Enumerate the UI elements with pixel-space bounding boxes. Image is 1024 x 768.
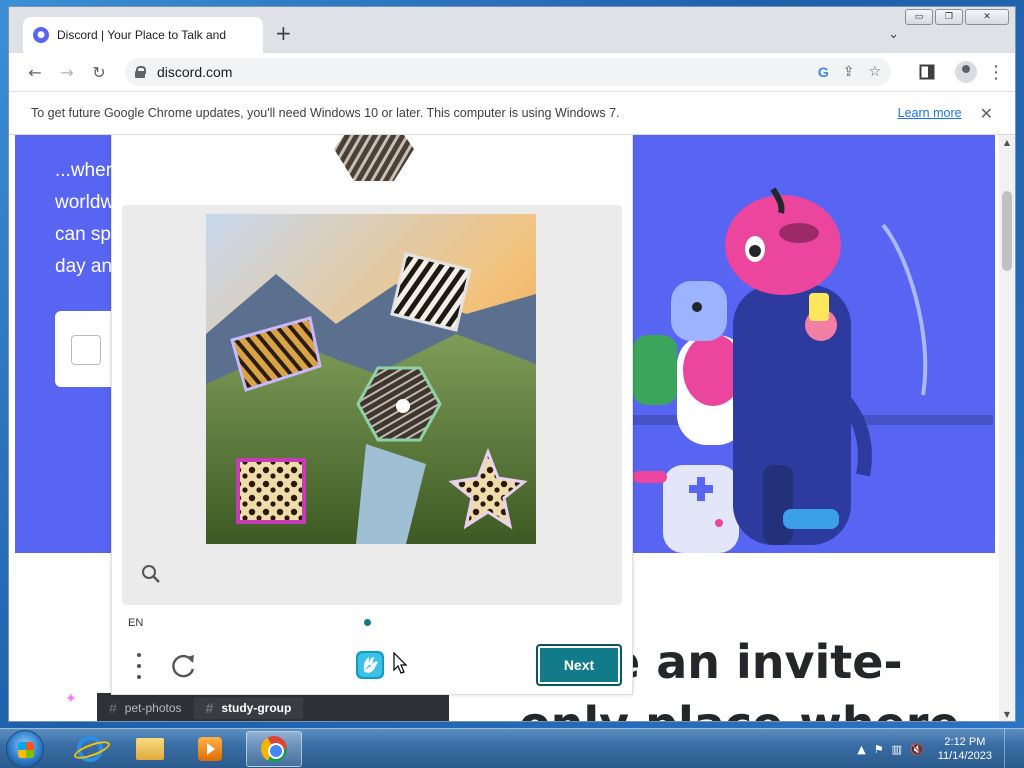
discord-favicon-icon: ● <box>33 27 49 43</box>
media-player-icon <box>198 737 222 761</box>
refresh-icon[interactable] <box>170 651 198 679</box>
channel-name: pet-photos <box>124 701 182 715</box>
internet-explorer-icon <box>77 736 103 762</box>
hero-card-checkbox[interactable] <box>71 335 101 365</box>
channel-study-group: # study-group <box>193 697 304 719</box>
hcaptcha-logo-icon[interactable] <box>354 649 386 681</box>
tab-strip: ● Discord | Your Place to Talk and H + ⌄ <box>9 7 1015 53</box>
headline-line-1: e an invite- <box>609 635 903 689</box>
lock-icon[interactable] <box>135 66 146 78</box>
tab-title: Discord | Your Place to Talk and H <box>57 28 227 42</box>
challenge-panel <box>122 205 622 605</box>
infobar-message: To get future Google Chrome updates, you… <box>31 106 620 120</box>
channel-name: study-group <box>221 701 292 715</box>
show-desktop-button[interactable] <box>1004 729 1016 768</box>
new-tab-button[interactable]: + <box>275 23 292 43</box>
next-button[interactable]: Next <box>536 644 622 686</box>
channel-list-strip: # pet-photos # study-group <box>97 693 449 721</box>
browser-toolbar: ← → ↻ discord.com G ⇪ ☆ ⋮ <box>9 53 1015 91</box>
google-lens-icon[interactable]: G <box>818 64 829 80</box>
challenge-image[interactable] <box>206 214 536 544</box>
side-panel-icon[interactable] <box>919 64 935 80</box>
mouse-cursor-icon <box>393 652 407 674</box>
challenge-example-hexagon <box>334 135 414 181</box>
infobar-close-icon[interactable]: ✕ <box>980 104 993 123</box>
share-icon[interactable]: ⇪ <box>843 64 855 80</box>
windows-taskbar: ▲ ⚑ ▥ 🔇 2:12 PM 11/14/2023 <box>0 728 1024 768</box>
bookmark-star-icon[interactable]: ☆ <box>868 64 881 80</box>
network-icon[interactable]: ▥ <box>892 743 902 756</box>
scroll-down-icon[interactable]: ▼ <box>999 707 1015 721</box>
challenge-progress-dot <box>364 619 371 626</box>
system-clock[interactable]: 2:12 PM 11/14/2023 <box>938 735 992 763</box>
start-button[interactable] <box>6 730 44 768</box>
forward-icon[interactable]: → <box>51 63 83 82</box>
folder-icon <box>136 738 164 760</box>
taskbar-file-explorer[interactable] <box>122 731 178 767</box>
hcaptcha-challenge: EN Next <box>111 135 633 695</box>
scroll-up-icon[interactable]: ▲ <box>999 135 1015 151</box>
action-center-flag-icon[interactable]: ⚑ <box>874 743 884 756</box>
headline-line-2: only place where <box>519 697 960 721</box>
hash-icon: # <box>205 700 214 716</box>
hash-icon: # <box>109 700 117 716</box>
taskbar-chrome[interactable] <box>246 731 302 767</box>
profile-avatar-icon[interactable] <box>955 61 977 83</box>
taskbar-media-player[interactable] <box>182 731 238 767</box>
volume-muted-icon[interactable]: 🔇 <box>910 743 924 756</box>
channel-pet-photos: # pet-photos <box>97 700 194 716</box>
learn-more-link[interactable]: Learn more <box>898 106 962 120</box>
sparkle-icon: ✦ <box>65 691 77 707</box>
page-scrollbar[interactable]: ▲ ▼ <box>999 135 1015 721</box>
language-selector[interactable]: EN <box>128 617 143 629</box>
clock-time: 2:12 PM <box>944 736 986 748</box>
page-viewport: ...wher worldw can sp day an e an invite… <box>9 135 1001 721</box>
discord-characters-illustration <box>633 187 993 553</box>
chrome-window: ▭ ❐ ✕ ● Discord | Your Place to Talk and… <box>8 6 1016 722</box>
show-hidden-icons[interactable]: ▲ <box>857 743 865 756</box>
tab-search-icon[interactable]: ⌄ <box>888 27 899 42</box>
scroll-thumb[interactable] <box>1002 191 1012 271</box>
system-tray: ▲ ⚑ ▥ 🔇 2:12 PM 11/14/2023 <box>857 729 1016 768</box>
chrome-menu-icon[interactable]: ⋮ <box>983 62 1009 83</box>
taskbar-internet-explorer[interactable] <box>62 731 118 767</box>
back-icon[interactable]: ← <box>19 63 51 82</box>
update-infobar: To get future Google Chrome updates, you… <box>9 91 1015 135</box>
url-text[interactable]: discord.com <box>157 64 232 80</box>
tab-discord[interactable]: ● Discord | Your Place to Talk and H <box>23 17 263 53</box>
clock-date: 11/14/2023 <box>937 750 992 762</box>
reload-icon[interactable]: ↻ <box>83 63 115 82</box>
zoom-icon[interactable] <box>140 563 162 585</box>
menu-dots-icon[interactable] <box>136 653 142 679</box>
chrome-icon <box>261 736 287 762</box>
address-bar[interactable]: discord.com G ⇪ ☆ <box>125 58 891 86</box>
